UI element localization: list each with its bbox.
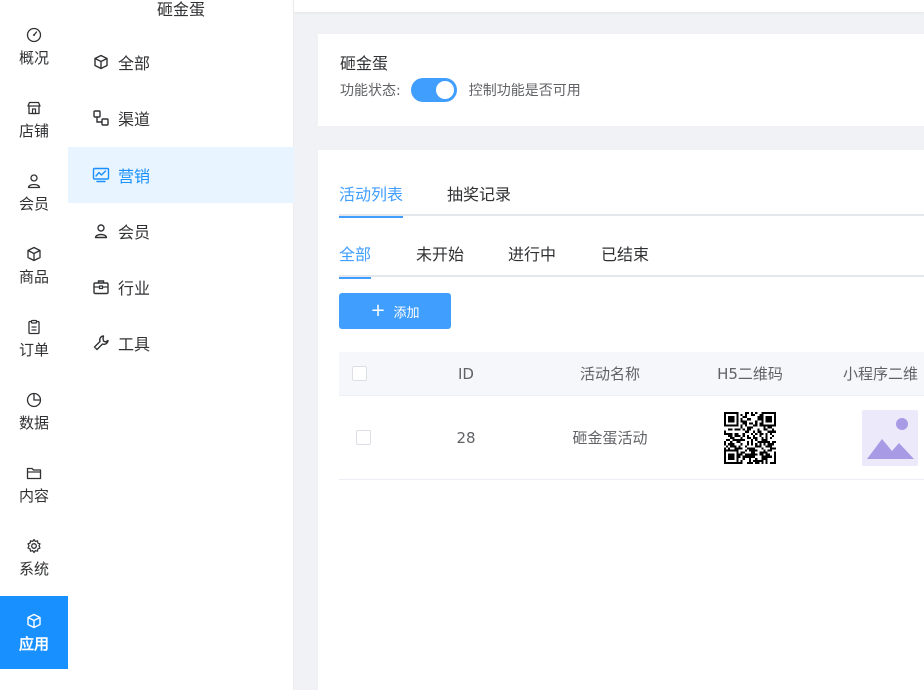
rail-item-content[interactable]: 内容 — [0, 448, 68, 521]
activity-list-card: 活动列表 抽奖记录 全部 未开始 进行中 已结束 + 添加 ID 活动名称 H5… — [318, 150, 924, 690]
marketing-monitor-icon — [92, 167, 110, 183]
channel-icon — [93, 110, 109, 126]
clipboard-icon — [28, 319, 40, 334]
add-button-label: 添加 — [393, 305, 420, 321]
rail-item-order[interactable]: 订单 — [0, 302, 68, 375]
secondary-menu: 砸金蛋 全部 渠道 营销 会员 行业 工具 — [68, 0, 294, 690]
rail-item-label: 数据 — [18, 413, 49, 432]
header-id: ID — [458, 364, 474, 383]
submenu-item-label: 渠道 — [118, 110, 151, 129]
feature-status-toggle[interactable] — [410, 78, 457, 102]
filter-tab-all[interactable]: 全部 — [339, 244, 372, 279]
status-label: 功能状态: — [340, 83, 401, 99]
image-icon — [867, 417, 914, 459]
row-h5-qrcode-cell — [667, 396, 833, 479]
row-activity-name: 砸金蛋活动 — [572, 429, 648, 447]
image-placeholder-icon[interactable] — [862, 409, 918, 466]
filter-tab-ended[interactable]: 已结束 — [601, 244, 649, 277]
feature-title: 砸金蛋 — [340, 54, 389, 73]
main-tabs: 活动列表 抽奖记录 — [339, 184, 924, 218]
table-row: 28 砸金蛋活动 — [339, 396, 924, 480]
cube-icon — [94, 54, 108, 70]
submenu-title: 砸金蛋 — [156, 0, 205, 19]
tab-draw-records[interactable]: 抽奖记录 — [447, 184, 511, 216]
feature-status-row: 功能状态: 控制功能是否可用 — [340, 78, 581, 102]
submenu-item-member[interactable]: 会员 — [68, 203, 294, 259]
folder-icon — [26, 467, 42, 479]
rail-item-label: 会员 — [18, 194, 49, 213]
header-checkbox-cell — [339, 352, 379, 395]
main-nav-rail: 概况 店铺 会员 商品 订单 数据 内容 系统 应用 — [0, 0, 68, 690]
submenu-item-label: 营销 — [118, 167, 151, 186]
toggle-knob — [435, 81, 454, 99]
rail-item-data[interactable]: 数据 — [0, 375, 68, 448]
rail-item-label: 应用 — [18, 634, 49, 653]
row-checkbox[interactable] — [355, 430, 371, 445]
add-button[interactable]: + 添加 — [339, 293, 451, 329]
store-icon — [27, 101, 41, 114]
rail-item-label: 订单 — [18, 340, 49, 359]
rail-item-label: 概况 — [18, 48, 49, 67]
filter-tab-in-progress[interactable]: 进行中 — [508, 244, 556, 277]
feature-status-card: 砸金蛋 功能状态: 控制功能是否可用 — [318, 34, 924, 126]
row-id: 28 — [456, 428, 476, 447]
header-miniprogram-qrcode: 小程序二维 — [843, 365, 919, 383]
pie-chart-icon — [26, 392, 42, 407]
cube-icon — [27, 613, 41, 628]
status-hint: 控制功能是否可用 — [468, 83, 581, 99]
submenu-item-tools[interactable]: 工具 — [68, 315, 294, 371]
submenu-item-marketing[interactable]: 营销 — [68, 147, 294, 203]
top-header-bar — [294, 0, 924, 12]
submenu-item-label: 工具 — [118, 335, 151, 354]
submenu-item-label: 会员 — [118, 223, 151, 242]
user-icon — [94, 224, 108, 239]
filter-tabs: 全部 未开始 进行中 已结束 — [339, 244, 924, 279]
submenu-item-label: 行业 — [118, 279, 151, 298]
header-activity-name: 活动名称 — [579, 365, 640, 383]
submenu-item-channel[interactable]: 渠道 — [68, 90, 294, 146]
box-icon — [27, 246, 41, 261]
rail-item-goods[interactable]: 商品 — [0, 229, 68, 302]
filter-tab-not-started[interactable]: 未开始 — [416, 244, 464, 277]
plus-icon: + — [370, 300, 386, 321]
rail-item-store[interactable]: 店铺 — [0, 83, 68, 156]
h5-qrcode-image[interactable] — [724, 411, 776, 464]
rail-item-label: 商品 — [18, 267, 49, 286]
rail-item-overview[interactable]: 概况 — [0, 10, 68, 83]
select-all-checkbox[interactable] — [351, 366, 367, 381]
table-header: ID 活动名称 H5二维码 小程序二维 — [339, 352, 924, 396]
submenu-item-all[interactable]: 全部 — [68, 34, 294, 90]
row-miniprogram-qrcode-cell — [833, 396, 924, 479]
rail-item-label: 内容 — [18, 486, 49, 505]
rail-item-apps[interactable]: 应用 — [0, 596, 68, 669]
rail-item-member[interactable]: 会员 — [0, 156, 68, 229]
submenu-item-industry[interactable]: 行业 — [68, 259, 294, 315]
rail-item-label: 店铺 — [18, 121, 49, 140]
rail-item-system[interactable]: 系统 — [0, 521, 68, 594]
briefcase-icon — [93, 280, 109, 295]
submenu-item-label: 全部 — [118, 54, 151, 73]
header-h5-qrcode: H5二维码 — [717, 365, 783, 383]
gear-icon — [27, 538, 41, 553]
dashboard-icon — [26, 27, 42, 42]
wrench-icon — [93, 335, 109, 351]
rail-item-label: 系统 — [18, 559, 49, 578]
user-icon — [27, 173, 41, 188]
tab-activity-list[interactable]: 活动列表 — [339, 184, 404, 218]
